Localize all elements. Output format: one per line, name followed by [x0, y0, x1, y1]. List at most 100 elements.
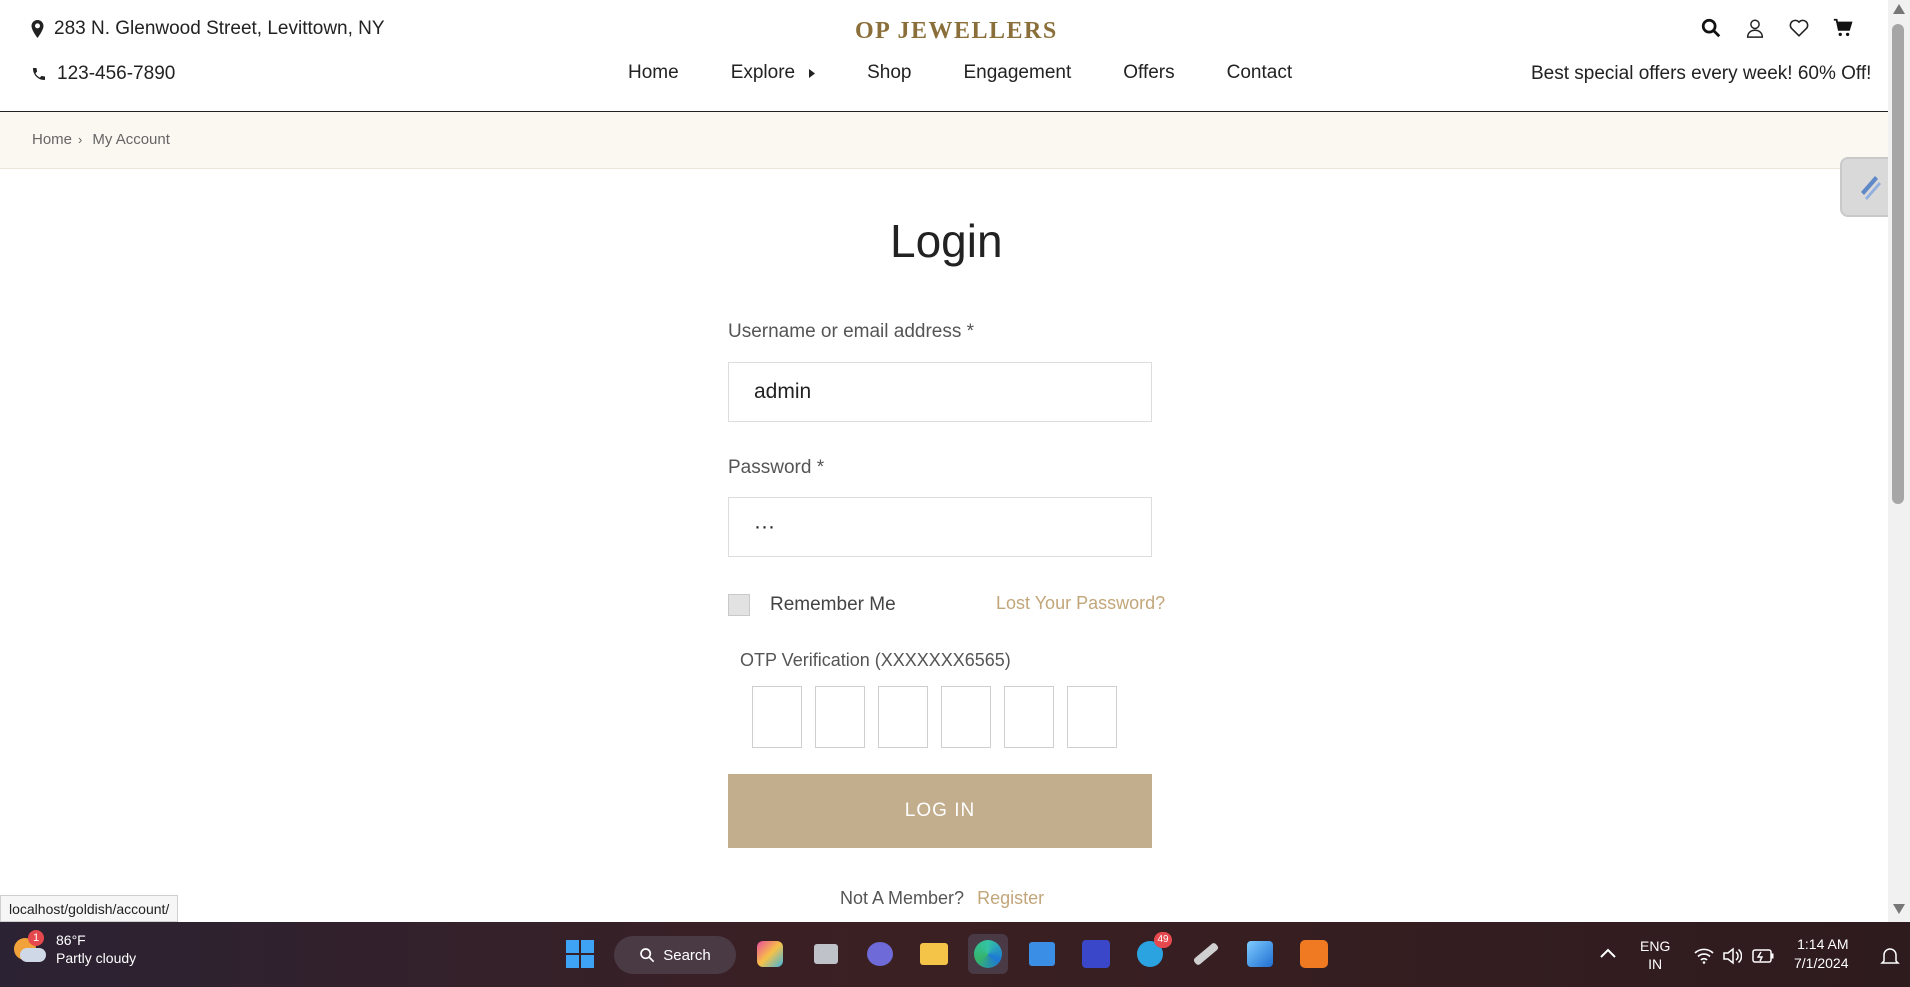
- otp-digit-4[interactable]: [941, 686, 991, 748]
- edge-icon: [974, 940, 1002, 968]
- page-scrollbar[interactable]: [1888, 0, 1910, 922]
- otp-digit-2[interactable]: [815, 686, 865, 748]
- battery-icon[interactable]: [1752, 949, 1774, 963]
- address-text: 283 N. Glenwood Street, Levittown, NY: [54, 18, 385, 39]
- store-app[interactable]: [1022, 934, 1062, 974]
- floating-extension-button[interactable]: [1840, 157, 1888, 217]
- nav-explore[interactable]: Explore: [730, 62, 816, 84]
- task-view-icon: [814, 944, 838, 964]
- copilot-icon: [757, 941, 783, 967]
- username-label: Username or email address *: [728, 321, 974, 343]
- volume-icon[interactable]: [1722, 947, 1742, 965]
- start-button[interactable]: [560, 934, 600, 974]
- breadcrumb-bar: Home › My Account: [0, 112, 1888, 169]
- otp-digit-5[interactable]: [1004, 686, 1054, 748]
- search-icon: [640, 948, 655, 963]
- breadcrumb-home[interactable]: Home: [32, 131, 72, 148]
- taskbar: 1 86°F Partly cloudy Search 49 ENG IN 1:…: [0, 922, 1910, 987]
- lang-top: ENG: [1640, 938, 1671, 954]
- brand-logo[interactable]: OP JEWELLERS: [855, 18, 1058, 45]
- username-value: admin: [754, 380, 812, 403]
- notification-bell-icon[interactable]: [1880, 946, 1900, 966]
- page-title: Login: [890, 215, 1003, 267]
- xampp-app[interactable]: [1294, 934, 1334, 974]
- password-label-text: Password: [728, 457, 812, 478]
- breadcrumb-current: My Account: [92, 131, 170, 148]
- clock[interactable]: 1:14 AM 7/1/2024: [1794, 936, 1849, 971]
- vscode-app[interactable]: [1076, 934, 1116, 974]
- weather-widget[interactable]: 1 86°F Partly cloudy: [12, 930, 137, 966]
- chevron-right-icon: ›: [78, 132, 83, 147]
- phone-icon: [33, 68, 45, 80]
- phone[interactable]: 123-456-7890: [31, 63, 175, 85]
- language-indicator[interactable]: ENG IN: [1640, 938, 1670, 972]
- lang-bottom: IN: [1648, 956, 1663, 972]
- taskbar-search[interactable]: Search: [614, 936, 736, 974]
- search-icon[interactable]: [1700, 17, 1722, 39]
- password-label: Password *: [728, 457, 824, 479]
- windows-icon: [566, 940, 594, 968]
- nav-shop[interactable]: Shop: [867, 62, 911, 84]
- required-mark: *: [966, 321, 975, 342]
- main-nav: Home Explore Shop Engagement Offers Cont…: [628, 62, 1344, 84]
- task-view-app[interactable]: [806, 934, 846, 974]
- cart-icon[interactable]: [1832, 17, 1854, 39]
- username-input[interactable]: admin: [728, 362, 1152, 422]
- clock-time: 1:14 AM: [1797, 936, 1849, 952]
- search-label: Search: [663, 946, 711, 964]
- edge-browser-app[interactable]: [968, 934, 1008, 974]
- weather-desc: Partly cloudy: [56, 950, 137, 966]
- user-icon[interactable]: [1744, 17, 1766, 39]
- chevron-up-icon[interactable]: [1600, 948, 1616, 958]
- photos-app[interactable]: [1240, 934, 1280, 974]
- heart-icon[interactable]: [1788, 17, 1810, 39]
- file-explorer-app[interactable]: [914, 934, 954, 974]
- browser-page: 283 N. Glenwood Street, Levittown, NY 12…: [0, 0, 1888, 922]
- otp-inputs: [752, 686, 1117, 748]
- lost-password-link[interactable]: Lost Your Password?: [996, 593, 1165, 614]
- otp-digit-3[interactable]: [878, 686, 928, 748]
- header-icons: [1700, 17, 1854, 39]
- weather-temp: 86°F: [56, 932, 86, 948]
- location-pin-icon: [31, 20, 44, 38]
- nav-contact[interactable]: Contact: [1227, 62, 1292, 84]
- promo-text: Best special offers every week! 60% Off!: [1531, 63, 1872, 84]
- scroll-up-icon[interactable]: [1893, 4, 1905, 14]
- remember-label: Remember Me: [770, 594, 896, 615]
- lightning-icon: [1861, 176, 1881, 200]
- otp-digit-6[interactable]: [1067, 686, 1117, 748]
- not-member-text: Not A Member?: [840, 888, 965, 908]
- status-url: localhost/goldish/account/: [0, 895, 179, 922]
- required-mark: *: [816, 457, 825, 478]
- remember-me[interactable]: Remember Me: [728, 594, 896, 616]
- scroll-down-icon[interactable]: [1893, 904, 1905, 914]
- weather-icon: 1: [12, 930, 46, 966]
- nav-explore-label: Explore: [730, 62, 796, 83]
- nav-offers[interactable]: Offers: [1123, 62, 1174, 84]
- folder-icon: [920, 943, 948, 965]
- otp-digit-1[interactable]: [752, 686, 802, 748]
- telegram-app[interactable]: 49: [1130, 932, 1172, 974]
- caret-right-icon: [809, 68, 816, 78]
- register-link[interactable]: Register: [977, 888, 1044, 908]
- pen-app[interactable]: [1186, 934, 1226, 974]
- pen-icon: [1192, 941, 1220, 967]
- teams-app[interactable]: [860, 934, 900, 974]
- password-value: ···: [754, 515, 775, 538]
- copilot-app[interactable]: [750, 934, 790, 974]
- scroll-thumb[interactable]: [1892, 24, 1904, 504]
- wifi-icon[interactable]: [1694, 948, 1714, 964]
- phone-text: 123-456-7890: [57, 63, 176, 84]
- weather-badge: 1: [28, 930, 44, 946]
- otp-label: OTP Verification (XXXXXXX6565): [740, 650, 1011, 670]
- remember-checkbox[interactable]: [728, 594, 750, 616]
- nav-engagement[interactable]: Engagement: [963, 62, 1071, 84]
- nav-home[interactable]: Home: [628, 62, 679, 84]
- breadcrumb: Home › My Account: [32, 131, 170, 148]
- clock-date: 7/1/2024: [1794, 955, 1849, 971]
- login-button[interactable]: LOG IN: [728, 774, 1152, 848]
- password-input[interactable]: ···: [728, 497, 1152, 557]
- photos-icon: [1247, 941, 1273, 967]
- address: 283 N. Glenwood Street, Levittown, NY: [31, 18, 385, 40]
- store-icon: [1029, 942, 1055, 966]
